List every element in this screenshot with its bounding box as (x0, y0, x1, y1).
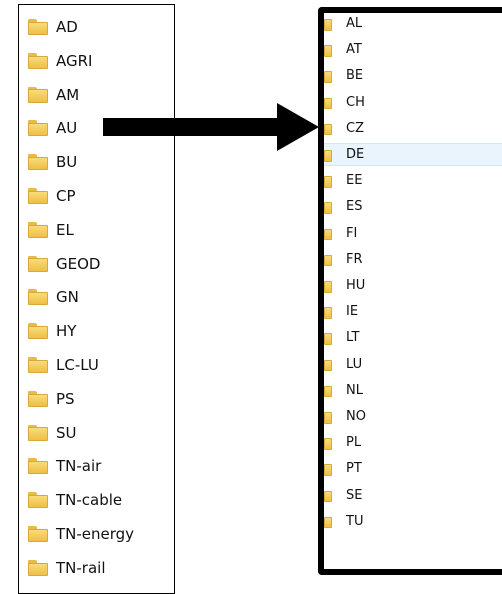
folder-label: HU (346, 278, 365, 293)
folder-item[interactable]: IE (324, 300, 502, 323)
folder-icon (324, 148, 332, 162)
folder-label: TU (346, 514, 363, 529)
folder-item[interactable]: ES (324, 195, 502, 218)
folder-label: LT (346, 330, 359, 345)
folder-item[interactable]: LT (324, 326, 502, 349)
folder-icon (324, 514, 332, 528)
folder-item[interactable]: AL (324, 12, 502, 35)
folder-label: IE (346, 304, 358, 319)
folder-item[interactable]: FI (324, 222, 502, 245)
folder-label: FI (346, 226, 357, 241)
folder-icon (324, 69, 332, 83)
folder-label: LU (346, 357, 362, 372)
folder-label: DE (346, 147, 364, 162)
folder-icon (324, 95, 332, 109)
folder-item[interactable]: NO (324, 405, 502, 428)
right-folder-list: AL AT BE CH CZ DE EE ES FI FR HU IE LT LU NL NO PL PT SE TU (318, 7, 502, 575)
folder-item[interactable]: TU (324, 510, 502, 533)
folder-icon (324, 436, 332, 450)
folder-item[interactable]: TN-road (19, 587, 175, 594)
folder-item[interactable]: EE (324, 169, 502, 192)
folder-icon (324, 43, 332, 57)
folder-label: CZ (346, 121, 364, 136)
folder-label: PT (346, 461, 362, 476)
folder-label: ES (346, 199, 362, 214)
folder-icon (324, 279, 332, 293)
folder-item[interactable]: DE (324, 143, 502, 166)
folder-label: NO (346, 409, 366, 424)
folder-item[interactable]: FR (324, 248, 502, 271)
folder-item[interactable]: CZ (324, 117, 502, 140)
folder-icon (324, 226, 332, 240)
folder-item[interactable]: LU (324, 353, 502, 376)
folder-label: SE (346, 488, 362, 503)
folder-item[interactable]: BE (324, 64, 502, 87)
folder-label: NL (346, 383, 363, 398)
folder-item[interactable]: AT (324, 38, 502, 61)
folder-icon (324, 252, 332, 266)
folder-icon (324, 488, 332, 502)
folder-label: CH (346, 95, 365, 110)
folder-icon (324, 331, 332, 345)
folder-icon (324, 410, 332, 424)
folder-item[interactable]: CH (324, 91, 502, 114)
folder-item[interactable]: SE (324, 484, 502, 507)
folder-icon (324, 462, 332, 476)
folder-icon (324, 357, 332, 371)
folder-icon (324, 200, 332, 214)
folder-label: EE (346, 173, 362, 188)
folder-icon (324, 17, 332, 31)
folder-item[interactable]: PT (324, 457, 502, 480)
folder-label: BE (346, 68, 363, 83)
folder-icon (324, 121, 332, 135)
folder-label: AL (346, 16, 362, 31)
folder-item[interactable]: HU (324, 274, 502, 297)
folder-label: FR (346, 252, 363, 267)
folder-icon (324, 174, 332, 188)
folder-label: PL (346, 435, 361, 450)
folder-icon (324, 305, 332, 319)
folder-item[interactable]: PL (324, 431, 502, 454)
folder-icon (324, 383, 332, 397)
folder-label: AT (346, 42, 362, 57)
folder-item[interactable]: NL (324, 379, 502, 402)
